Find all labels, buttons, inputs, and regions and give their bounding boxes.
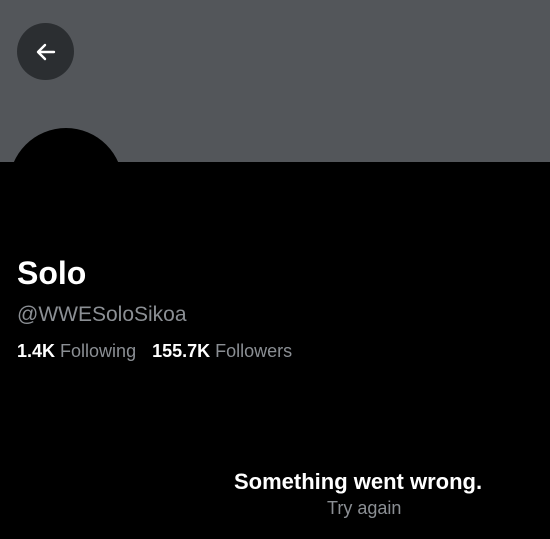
avatar[interactable] bbox=[9, 128, 123, 242]
try-again-button[interactable]: Try again bbox=[327, 497, 401, 519]
profile-handle: @WWESoloSikoa bbox=[17, 303, 187, 326]
followers-link[interactable]: 155.7K Followers bbox=[152, 339, 292, 363]
followers-label: Followers bbox=[215, 341, 293, 361]
following-count: 1.4K bbox=[17, 341, 56, 361]
back-button[interactable] bbox=[17, 23, 74, 80]
following-link[interactable]: 1.4K Following bbox=[17, 339, 136, 363]
profile-stats: 1.4K Following 155.7K Followers bbox=[17, 339, 292, 363]
profile-display-name: Solo bbox=[17, 255, 87, 291]
followers-count: 155.7K bbox=[152, 341, 211, 361]
error-message: Something went wrong. bbox=[234, 469, 483, 494]
following-label: Following bbox=[60, 341, 137, 361]
arrow-left-icon bbox=[36, 43, 55, 60]
